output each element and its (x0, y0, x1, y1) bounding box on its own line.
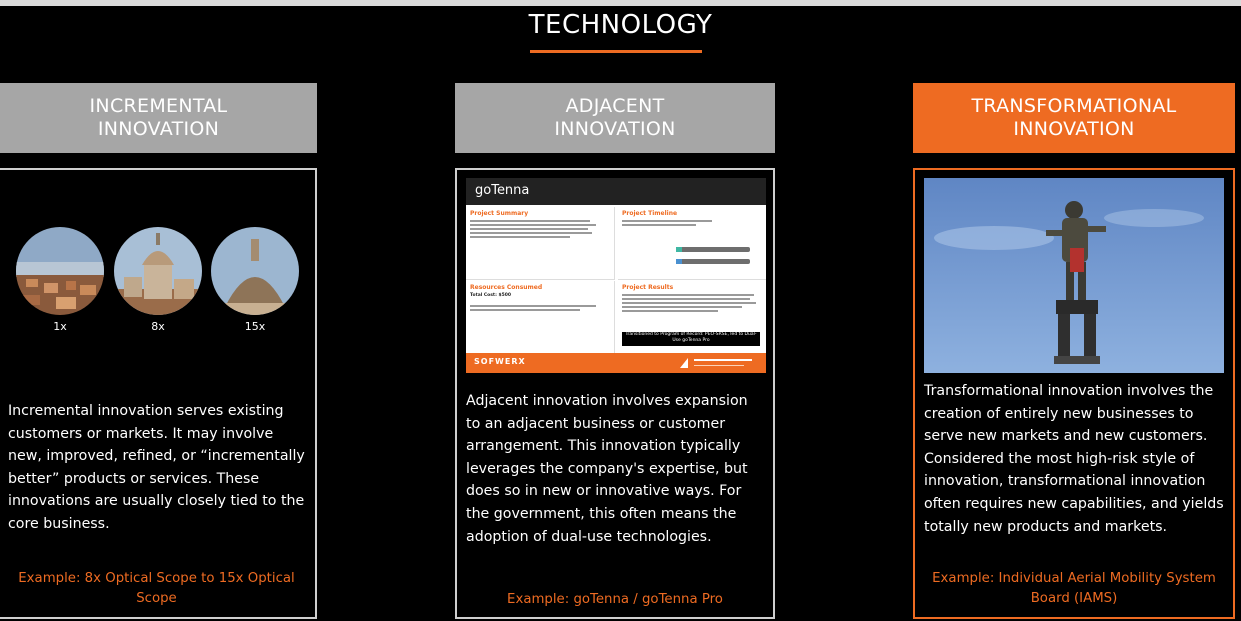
q-title: Project Timeline (622, 210, 678, 217)
jetboard-pilot-image (924, 178, 1224, 373)
device-image (680, 247, 750, 252)
page-title: TECHNOLOGY (528, 10, 713, 40)
device-tip (676, 259, 682, 264)
text-line (470, 228, 588, 230)
incremental-header: INCREMENTAL INNOVATION (0, 83, 317, 153)
text-line (622, 306, 742, 308)
device-image (680, 259, 750, 264)
adjacent-header: ADJACENT INNOVATION (455, 83, 775, 153)
gotenna-poster: goTenna Project Summary Project Timeline… (466, 178, 766, 373)
text-line (470, 220, 590, 222)
text-line (622, 220, 712, 222)
poster-banner: Transitioned to Program of Record: PEO-S… (622, 332, 760, 346)
incremental-description: Incremental innovation serves existing c… (8, 403, 305, 532)
incremental-example: Example: 8x Optical Scope to 15x Optical… (18, 571, 295, 606)
adjacent-example: Example: goTenna / goTenna Pro (507, 592, 723, 607)
top-band (0, 0, 1241, 6)
total-cost: Total Cost: $500 (470, 293, 511, 298)
header-line: INNOVATION (554, 118, 676, 140)
zoom-label: 15x (244, 320, 266, 333)
header-line: TRANSFORMATIONAL (971, 95, 1177, 117)
zoom-label: 1x (53, 320, 67, 333)
zoom-8x-image (114, 227, 202, 315)
zoom-1x-image (16, 227, 104, 315)
q-title: Project Summary (470, 210, 529, 217)
zoom-label: 8x (151, 320, 165, 333)
poster-project-summary: Project Summary (466, 207, 615, 280)
transformational-description: Transformational innovation involves the… (924, 383, 1224, 535)
text-line (622, 302, 756, 304)
text-line (470, 236, 570, 238)
device-tip (676, 247, 682, 252)
q-title: Resources Consumed (470, 284, 543, 291)
title-underline (530, 50, 702, 53)
poster-header: goTenna (466, 178, 766, 205)
header-line: ADJACENT (565, 95, 665, 117)
text-line (470, 232, 592, 234)
poster-footer: SOFWERX (466, 353, 766, 373)
header-line: INNOVATION (97, 118, 220, 140)
header-line: INCREMENTAL (89, 95, 228, 117)
text-line (622, 298, 750, 300)
text-line (470, 224, 596, 226)
sofwerx-logo: SOFWERX (474, 357, 526, 366)
text-line (622, 310, 718, 312)
zoom-15x-image (211, 227, 299, 315)
text-line (622, 224, 696, 226)
q-title: Project Results (622, 284, 674, 291)
poster-resources-consumed: Resources Consumed Total Cost: $500 (466, 281, 615, 353)
text-line (622, 294, 754, 296)
poster-title: goTenna (475, 183, 530, 198)
transformational-example: Example: Individual Aerial Mobility Syst… (932, 571, 1216, 606)
adjacent-description: Adjacent innovation involves expansion t… (466, 393, 748, 545)
text-line (470, 305, 596, 307)
transformational-header: TRANSFORMATIONAL INNOVATION (913, 83, 1235, 153)
header-line: INNOVATION (1013, 118, 1135, 140)
text-line (470, 309, 580, 311)
poster-project-timeline: Project Timeline (618, 207, 766, 280)
partner-logo-icon (680, 358, 752, 368)
